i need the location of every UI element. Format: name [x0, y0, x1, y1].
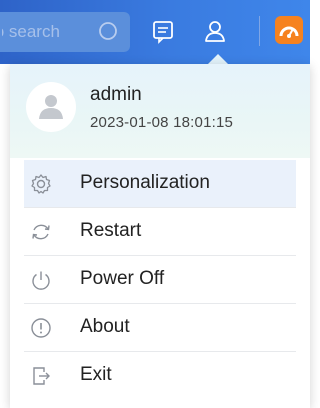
login-time: 2023-01-08 18:01:15	[90, 114, 234, 131]
menu-item-about[interactable]: About	[24, 304, 296, 352]
menu-item-label: Personalization	[80, 172, 210, 193]
menu-item-label: About	[80, 316, 130, 337]
search-icon[interactable]	[98, 21, 120, 43]
exit-icon	[33, 367, 50, 385]
user-info-header: admin 2023-01-08 18:01:15	[10, 64, 310, 158]
user-dropdown-menu: admin 2023-01-08 18:01:15 Personalizatio…	[10, 64, 310, 408]
info-icon	[31, 318, 51, 338]
avatar	[26, 82, 76, 132]
message-icon[interactable]	[150, 18, 176, 44]
gear-icon	[31, 174, 51, 194]
menu-item-power-off[interactable]: Power Off	[24, 256, 296, 304]
dashboard-icon[interactable]	[275, 16, 303, 44]
restart-icon	[32, 224, 50, 240]
top-bar	[0, 0, 310, 64]
toolbar-divider	[259, 16, 260, 46]
username: admin	[90, 84, 142, 105]
menu-item-restart[interactable]: Restart	[24, 208, 296, 256]
menu-list: Personalization Restart Power Off About …	[10, 160, 310, 399]
power-icon	[32, 271, 50, 290]
menu-item-label: Power Off	[80, 268, 165, 289]
search-box[interactable]	[0, 12, 130, 52]
menu-item-personalization[interactable]: Personalization	[24, 160, 296, 208]
avatar-person-icon	[39, 95, 63, 119]
menu-item-label: Restart	[80, 220, 142, 241]
search-input[interactable]	[0, 12, 94, 52]
menu-item-exit[interactable]: Exit	[24, 352, 296, 399]
user-icon[interactable]	[202, 18, 228, 44]
menu-item-label: Exit	[80, 364, 112, 385]
